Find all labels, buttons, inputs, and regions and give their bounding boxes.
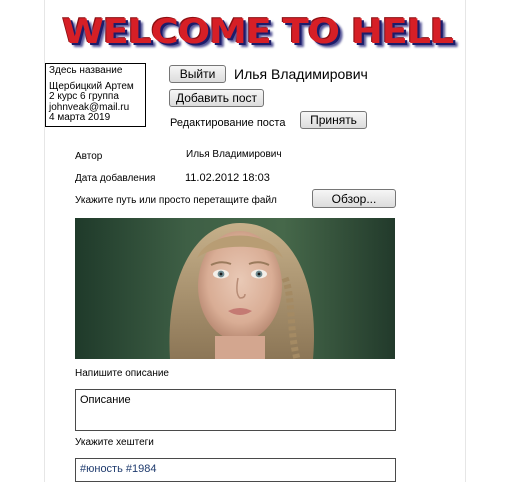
hashtags-label: Укажите хештеги	[75, 437, 154, 448]
profile-title: Здесь название	[49, 65, 123, 76]
accept-button[interactable]: Принять	[300, 111, 367, 129]
portrait-photo	[75, 218, 395, 359]
file-path-label: Укажите путь или просто перетащите файл	[75, 195, 277, 206]
date-value: 11.02.2012 18:03	[185, 172, 270, 184]
profile-group: 2 курс 6 группа	[49, 91, 119, 102]
edit-post-label: Редактирование поста	[170, 117, 286, 129]
logout-button[interactable]: Выйти	[169, 65, 226, 83]
author-value: Илья Владимирович	[186, 149, 282, 160]
profile-info-box: Здесь название Щербицкий Артем 2 курс 6 …	[45, 63, 146, 127]
hashtags-input[interactable]: #юность #1984	[75, 458, 396, 482]
date-label: Дата добавления	[75, 173, 156, 184]
post-image	[75, 218, 395, 359]
banner-title: WELCOME TO HELL	[62, 12, 454, 52]
browse-button[interactable]: Обзор...	[312, 189, 396, 208]
hashtags-text: #юность #1984	[80, 463, 157, 475]
site-banner: WELCOME TO HELL	[52, 8, 454, 56]
author-label: Автор	[75, 151, 103, 162]
description-label: Напишите описание	[75, 368, 169, 379]
description-text: Описание	[80, 394, 131, 406]
description-textarea[interactable]: Описание	[75, 389, 396, 431]
user-name: Илья Владимирович	[234, 66, 368, 82]
add-post-button[interactable]: Добавить пост	[169, 89, 264, 107]
profile-date: 4 марта 2019	[49, 112, 111, 123]
